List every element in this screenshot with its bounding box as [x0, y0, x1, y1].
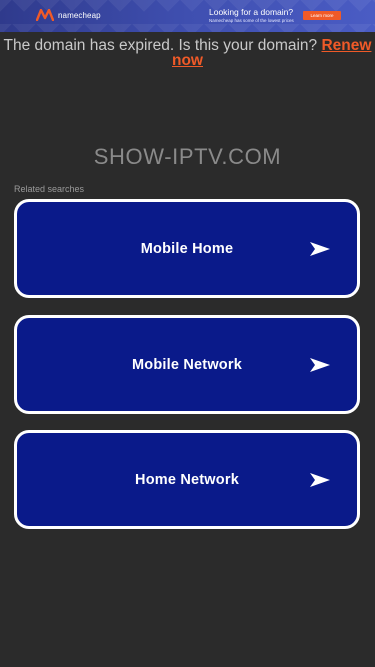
- arrow-right-icon: [310, 357, 330, 372]
- related-link-label: Mobile Home: [140, 240, 234, 257]
- related-link-mobile-home[interactable]: Mobile Home: [14, 199, 360, 298]
- learn-more-button[interactable]: Learn more: [303, 11, 341, 20]
- domain-title: SHOW-IPTV.COM: [93, 144, 282, 169]
- namecheap-ad-banner[interactable]: namecheap Looking for a domain? Namechea…: [0, 0, 375, 32]
- related-link-home-network[interactable]: Home Network: [14, 430, 360, 529]
- related-link-label: Home Network: [135, 471, 239, 488]
- page: namecheap Looking for a domain? Namechea…: [0, 0, 375, 667]
- namecheap-logo-icon: [36, 9, 54, 21]
- related-link-label: Mobile Network: [132, 356, 242, 373]
- related-searches-label: Related searches: [14, 184, 85, 194]
- arrow-right-icon: [310, 472, 330, 487]
- expired-notice: The domain has expired. Is this your dom…: [0, 37, 375, 69]
- related-link-mobile-network[interactable]: Mobile Network: [14, 315, 360, 414]
- expired-notice-text: The domain has expired. Is this your dom…: [3, 37, 318, 54]
- namecheap-logo[interactable]: namecheap: [36, 9, 101, 21]
- namecheap-brand-text: namecheap: [58, 10, 101, 20]
- arrow-right-icon: [310, 241, 330, 256]
